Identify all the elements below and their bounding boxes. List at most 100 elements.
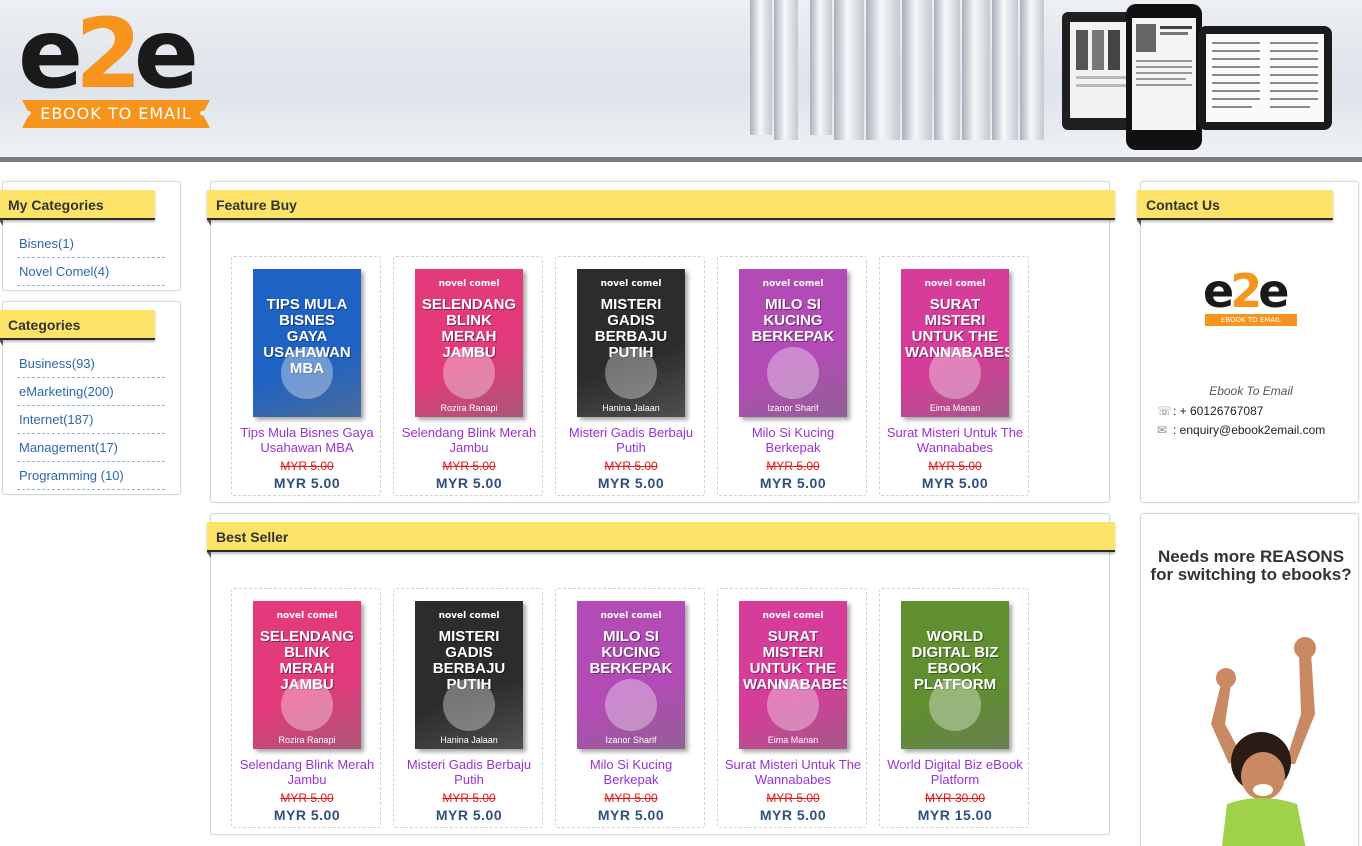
product-price: MYR 5.00 xyxy=(759,807,827,823)
cover-series: novel comel xyxy=(762,279,824,289)
contact-logo: e2e EBOOK TO EMAIL xyxy=(1203,268,1303,328)
product-price: MYR 5.00 xyxy=(435,475,503,491)
book-cover-image[interactable]: TIPS MULA BISNES GAYA USAHAWAN MBA xyxy=(253,269,361,417)
product-name-link[interactable]: Selendang Blink Merah Jambu xyxy=(400,425,538,455)
cover-series: novel comel xyxy=(600,279,662,289)
book-cover-image[interactable]: novel comel MILO Si Kucing Berkepak Izanor… xyxy=(577,601,685,749)
product-price: MYR 15.00 xyxy=(917,807,993,823)
product-name-link[interactable]: Misteri Gadis Berbaju Putih xyxy=(562,425,700,455)
category-link[interactable]: eMarketing(200) xyxy=(19,384,114,399)
product-old-price: MYR 5.00 xyxy=(280,791,334,805)
product-name-link[interactable]: Misteri Gadis Berbaju Putih xyxy=(400,757,538,787)
category-link[interactable]: Programming (10) xyxy=(19,468,124,483)
category-item[interactable]: Programming (10) xyxy=(17,462,165,490)
cover-illustration xyxy=(281,347,333,399)
product-price: MYR 5.00 xyxy=(759,475,827,491)
cover-author: Eima Manan xyxy=(929,403,981,413)
product-name-link[interactable]: Surat Misteri Untuk The Wannababes xyxy=(724,757,862,787)
site-logo[interactable]: e2e • EBOOK TO EMAIL • xyxy=(18,0,218,128)
logo-mark: e2e xyxy=(18,0,199,110)
categories-title: Categories xyxy=(0,310,155,346)
categories-panel: Categories Business(93) eMarketing(200) … xyxy=(0,301,181,495)
cover-series: novel comel xyxy=(600,611,662,621)
promo-headline: Needs more REASONS for switching to eboo… xyxy=(1150,547,1352,584)
book-cover-image[interactable]: novel comel SELENDANG BLINK MERAH JAMBU Ro… xyxy=(415,269,523,417)
categories-list: Business(93) eMarketing(200) Internet(18… xyxy=(17,350,165,490)
product-card[interactable]: novel comel MISTERI Gadis Berbaju Putih Ha… xyxy=(555,256,705,496)
feature-buy-panel: Feature Buy TIPS MULA BISNES GAYA USAHAW… xyxy=(207,181,1115,503)
my-category-item[interactable]: Bisnes(1) xyxy=(17,230,165,258)
product-price: MYR 5.00 xyxy=(435,807,503,823)
cover-author: Eima Manan xyxy=(767,735,819,745)
my-categories-panel: My Categories Bisnes(1) Novel Comel(4) xyxy=(0,181,181,291)
category-link[interactable]: Management(17) xyxy=(19,440,118,455)
contact-email-text[interactable]: : enquiry@ebook2email.com xyxy=(1173,423,1325,437)
product-card[interactable]: novel comel Surat Misteri UNTUK THE WANNA… xyxy=(717,588,867,828)
product-name-link[interactable]: World Digital Biz eBook Platform xyxy=(886,757,1024,787)
cover-illustration xyxy=(281,679,333,731)
book-cover-image[interactable]: World Digital Biz eBook Platform xyxy=(901,601,1009,749)
category-item[interactable]: eMarketing(200) xyxy=(17,378,165,406)
cover-author: Rozira Ranapi xyxy=(278,735,336,745)
product-card[interactable]: novel comel Surat Misteri UNTUK THE WANNA… xyxy=(879,256,1029,496)
product-name-link[interactable]: Milo Si Kucing Berkepak xyxy=(562,757,700,787)
category-item[interactable]: Internet(187) xyxy=(17,406,165,434)
product-price: MYR 5.00 xyxy=(921,475,989,491)
book-cover-image[interactable]: novel comel Surat Misteri UNTUK THE WANNA… xyxy=(901,269,1009,417)
contact-company-name: Ebook To Email xyxy=(1209,384,1293,398)
contact-title: Contact Us xyxy=(1137,190,1333,226)
category-link[interactable]: Business(93) xyxy=(19,356,95,371)
site-header: e2e • EBOOK TO EMAIL • xyxy=(0,0,1362,162)
product-old-price: MYR 30.00 xyxy=(924,791,986,805)
cover-author: Hanina Jalaan xyxy=(602,403,660,413)
product-card[interactable]: novel comel MILO Si Kucing Berkepak Izanor… xyxy=(555,588,705,828)
book-cover-image[interactable]: novel comel Surat Misteri UNTUK THE WANNA… xyxy=(739,601,847,749)
feature-buy-title: Feature Buy xyxy=(207,190,1115,226)
product-old-price: MYR 5.00 xyxy=(604,791,658,805)
cover-series: novel comel xyxy=(924,279,986,289)
product-old-price: MYR 5.00 xyxy=(766,459,820,473)
product-card[interactable]: World Digital Biz eBook Platform World D… xyxy=(879,588,1029,828)
book-cover-image[interactable]: novel comel SELENDANG BLINK MERAH JAMBU Ro… xyxy=(253,601,361,749)
cover-illustration xyxy=(767,347,819,399)
my-categories-list: Bisnes(1) Novel Comel(4) xyxy=(17,230,165,286)
header-banner-image xyxy=(750,0,1332,150)
product-old-price: MYR 5.00 xyxy=(604,459,658,473)
contact-phone: ☏: + 60126767087 xyxy=(1157,404,1263,418)
my-category-link[interactable]: Novel Comel(4) xyxy=(19,264,109,279)
promo-panel[interactable]: Needs more REASONS for switching to eboo… xyxy=(1140,513,1359,846)
my-category-link[interactable]: Bisnes(1) xyxy=(19,236,74,251)
promo-kid-image xyxy=(1211,637,1316,846)
cover-author: Izanor Sharif xyxy=(767,403,819,413)
cover-title: MILO Si Kucing Berkepak xyxy=(589,628,673,677)
product-card[interactable]: novel comel SELENDANG BLINK MERAH JAMBU Ro… xyxy=(393,256,543,496)
category-link[interactable]: Internet(187) xyxy=(19,412,93,427)
cover-series: novel comel xyxy=(438,279,500,289)
book-cover-image[interactable]: novel comel MISTERI Gadis Berbaju Putih Ha… xyxy=(577,269,685,417)
best-seller-panel: Best Seller novel comel SELENDANG BLINK M… xyxy=(207,513,1115,835)
phone-icon: ☏ xyxy=(1157,404,1173,418)
book-cover-image[interactable]: novel comel MILO Si Kucing Berkepak Izanor… xyxy=(739,269,847,417)
contact-email: ✉: enquiry@ebook2email.com xyxy=(1157,423,1325,437)
product-card[interactable]: novel comel SELENDANG BLINK MERAH JAMBU Ro… xyxy=(231,588,381,828)
product-card[interactable]: novel comel MISTERI Gadis Berbaju Putih Ha… xyxy=(393,588,543,828)
cover-series: novel comel xyxy=(762,611,824,621)
cover-author: Izanor Sharif xyxy=(605,735,657,745)
category-item[interactable]: Business(93) xyxy=(17,350,165,378)
cover-illustration xyxy=(605,347,657,399)
product-name-link[interactable]: Tips Mula Bisnes Gaya Usahawan MBA xyxy=(238,425,376,455)
category-item[interactable]: Management(17) xyxy=(17,434,165,462)
product-price: MYR 5.00 xyxy=(597,807,665,823)
contact-logo-tagline: EBOOK TO EMAIL xyxy=(1205,314,1297,326)
product-name-link[interactable]: Surat Misteri Untuk The Wannababes xyxy=(886,425,1024,455)
product-card[interactable]: novel comel MILO Si Kucing Berkepak Izanor… xyxy=(717,256,867,496)
book-cover-image[interactable]: novel comel MISTERI Gadis Berbaju Putih Ha… xyxy=(415,601,523,749)
product-old-price: MYR 5.00 xyxy=(442,459,496,473)
cover-title: MILO Si Kucing Berkepak xyxy=(751,296,835,345)
product-name-link[interactable]: Selendang Blink Merah Jambu xyxy=(238,757,376,787)
product-old-price: MYR 5.00 xyxy=(442,791,496,805)
contact-phone-text: : + 60126767087 xyxy=(1173,404,1264,418)
product-card[interactable]: TIPS MULA BISNES GAYA USAHAWAN MBA Tips … xyxy=(231,256,381,496)
my-category-item[interactable]: Novel Comel(4) xyxy=(17,258,165,286)
product-name-link[interactable]: Milo Si Kucing Berkepak xyxy=(724,425,862,455)
